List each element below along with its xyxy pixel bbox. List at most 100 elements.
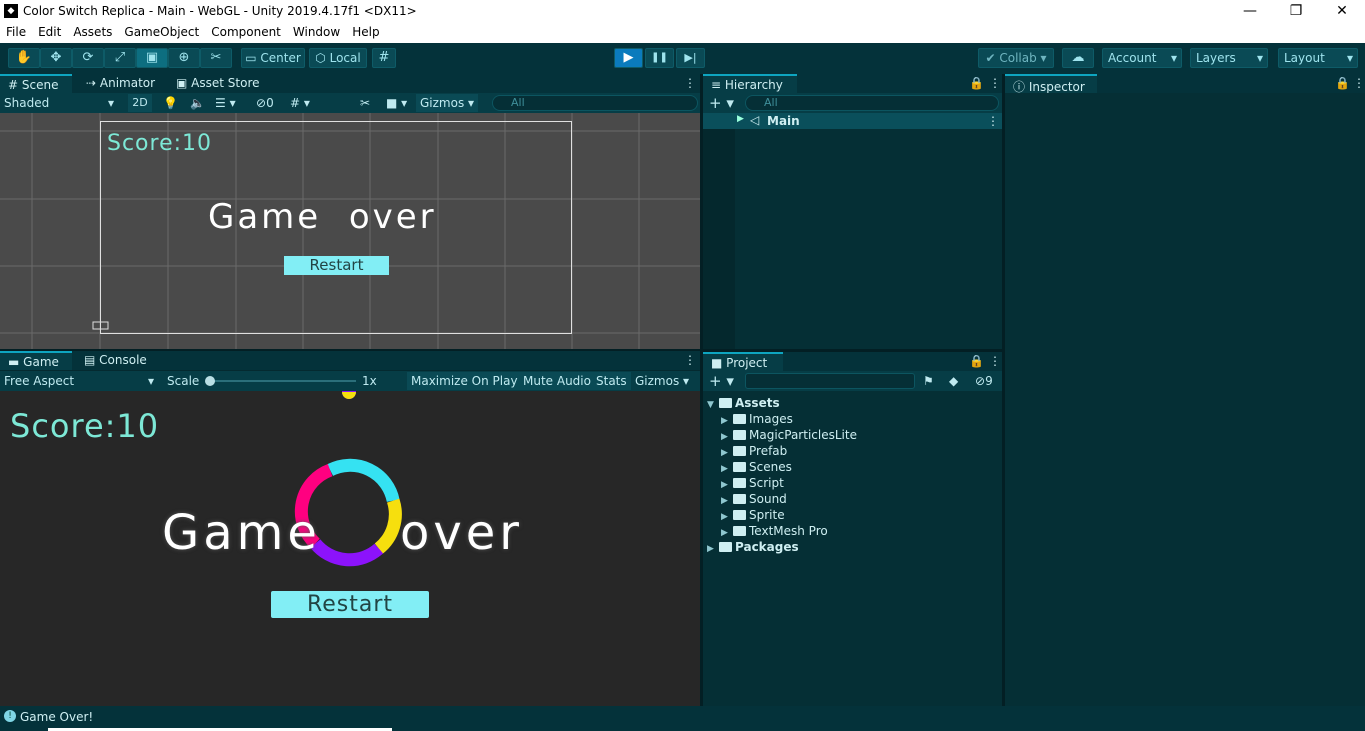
scale-slider-handle[interactable] xyxy=(205,376,215,386)
maximize-button[interactable]: ❐ xyxy=(1273,0,1319,23)
grid-toggle-icon[interactable]: # ▾ xyxy=(290,94,310,112)
step-button[interactable]: ▶| xyxy=(676,48,705,68)
project-tab-bar: ■ Project 🔒 ⋮ xyxy=(703,352,1002,371)
hierarchy-toolbar: + ▾ All xyxy=(703,93,1002,113)
rect-tool-icon[interactable]: ▣ xyxy=(136,48,168,68)
tree-item-folder[interactable]: ▶ Sprite xyxy=(721,508,785,522)
custom-tool-icon[interactable]: ✂ xyxy=(200,48,232,68)
horizontal-divider[interactable] xyxy=(0,349,700,351)
maximize-on-play-toggle[interactable]: Maximize On Play xyxy=(407,372,522,390)
tab-scene[interactable]: # Scene xyxy=(0,74,72,93)
folder-icon xyxy=(733,462,746,472)
tree-item-folder[interactable]: ▶ Images xyxy=(721,412,793,426)
tab-animator[interactable]: ⇢ Animator xyxy=(78,74,163,93)
grid-snap-icon[interactable]: # xyxy=(372,48,396,68)
project-search-input[interactable] xyxy=(745,373,915,389)
close-button[interactable]: ✕ xyxy=(1319,0,1365,23)
audio-icon[interactable]: 🔈 xyxy=(190,94,205,112)
tree-item-folder[interactable]: ▶ MagicParticlesLite xyxy=(721,428,857,442)
gizmos-dropdown[interactable]: Gizmos ▾ xyxy=(416,94,479,112)
lighting-icon[interactable]: 💡 xyxy=(163,94,178,112)
effects-icon[interactable]: ☰ ▾ xyxy=(215,94,236,112)
scene-restart-button[interactable]: Restart xyxy=(284,256,389,275)
stats-toggle[interactable]: Stats xyxy=(592,372,631,390)
rotate-tool-icon[interactable]: ⟳ xyxy=(72,48,104,68)
tab-inspector[interactable]: ⓘ Inspector xyxy=(1005,74,1097,94)
add-icon[interactable]: + ▾ xyxy=(709,94,734,112)
panel-menu-icon[interactable]: ⋮ xyxy=(1345,74,1365,93)
play-button[interactable]: ▶ xyxy=(614,48,643,68)
hierarchy-item-main[interactable]: ▶ ◁ Main ⋮ xyxy=(703,113,1002,129)
hidden-packages-icon[interactable]: ⊘9 xyxy=(975,372,993,390)
move-tool-icon[interactable]: ✥ xyxy=(40,48,72,68)
hand-tool-icon[interactable]: ✋ xyxy=(8,48,40,68)
menu-file[interactable]: File xyxy=(0,23,32,39)
tree-item-folder[interactable]: ▶ Prefab xyxy=(721,444,787,458)
project-toolbar: + ▾ ⚑ ◆ ⊘9 xyxy=(703,371,1002,391)
layout-dropdown[interactable]: Layout ▾ xyxy=(1278,48,1358,68)
animator-icon: ⇢ xyxy=(86,76,97,90)
hierarchy-search-input[interactable]: All xyxy=(745,95,999,111)
tree-item-folder[interactable]: ▶ Script xyxy=(721,476,784,490)
game-score-text: Score:10 xyxy=(10,407,160,445)
collapsed-arrow-icon: ▶ xyxy=(721,432,728,442)
menu-component[interactable]: Component xyxy=(205,23,287,39)
tree-item-folder[interactable]: ▶ Sound xyxy=(721,492,787,506)
menu-gameobject[interactable]: GameObject xyxy=(118,23,205,39)
info-icon: ⓘ xyxy=(1013,80,1026,94)
shading-mode-dropdown[interactable]: Shaded ▾ xyxy=(4,94,120,112)
list-icon: ≡ xyxy=(711,78,722,92)
minimize-button[interactable]: — xyxy=(1227,0,1273,23)
menu-edit[interactable]: Edit xyxy=(32,23,67,39)
pivot-center-button[interactable]: ▭ Center xyxy=(241,48,305,68)
status-message[interactable]: Game Over! xyxy=(20,710,93,724)
menu-assets[interactable]: Assets xyxy=(67,23,118,39)
scale-tool-icon[interactable]: ⤢ xyxy=(104,48,136,68)
tab-console[interactable]: ▤ Console xyxy=(76,351,155,370)
folder-icon xyxy=(733,526,746,536)
inspector-tab-bar: ⓘ Inspector 🔒 ⋮ xyxy=(1005,74,1365,94)
collapsed-arrow-icon: ▶ xyxy=(721,528,728,538)
tree-item-folder[interactable]: ▶ Scenes xyxy=(721,460,792,474)
cloud-icon[interactable]: ☁ xyxy=(1062,48,1094,68)
transform-tool-icon[interactable]: ⊕ xyxy=(168,48,200,68)
tree-item-packages[interactable]: ▶ Packages xyxy=(707,540,799,554)
store-icon: ▣ xyxy=(176,76,188,90)
tab-game[interactable]: ▬ Game xyxy=(0,351,72,370)
menu-window[interactable]: Window xyxy=(287,23,346,39)
account-dropdown[interactable]: Account ▾ xyxy=(1102,48,1182,68)
tools-icon[interactable]: ✂ xyxy=(360,94,370,112)
tree-item-assets[interactable]: ▼ Assets xyxy=(707,396,780,410)
tab-hierarchy[interactable]: ≡ Hierarchy xyxy=(703,74,797,93)
camera-icon[interactable]: ■ ▾ xyxy=(386,94,407,112)
hierarchy-gutter xyxy=(703,129,735,349)
game-view[interactable]: Score:10 Game over Restart xyxy=(0,391,700,706)
game-gizmos-dropdown[interactable]: Gizmos ▾ xyxy=(631,372,693,390)
chevron-down-icon: ▾ xyxy=(108,96,115,110)
create-icon[interactable]: + ▾ xyxy=(709,372,734,390)
aspect-dropdown[interactable]: Free Aspect ▾ xyxy=(4,372,160,390)
layers-dropdown[interactable]: Layers ▾ xyxy=(1190,48,1268,68)
scale-slider-track[interactable] xyxy=(206,380,356,382)
tree-item-folder[interactable]: ▶ TextMesh Pro xyxy=(721,524,828,538)
scene-view[interactable]: Score:10 Game over Restart xyxy=(0,113,700,349)
unity-scene-icon: ◁ xyxy=(750,113,760,127)
visibility-icon[interactable]: ⊘0 xyxy=(256,94,274,112)
title-bar: ◆ Color Switch Replica - Main - WebGL - … xyxy=(0,0,1365,23)
search-by-label-icon[interactable]: ◆ xyxy=(949,372,958,390)
game-restart-button[interactable]: Restart xyxy=(271,591,429,618)
mute-audio-toggle[interactable]: Mute Audio xyxy=(519,372,595,390)
collab-dropdown[interactable]: ✔ Collab ▾ xyxy=(978,48,1054,68)
game-toolbar: Free Aspect ▾ Scale 1x Maximize On Play M… xyxy=(0,371,700,391)
tab-asset-store[interactable]: ▣ Asset Store xyxy=(168,74,268,93)
2d-toggle[interactable]: 2D xyxy=(128,94,152,112)
search-by-type-icon[interactable]: ⚑ xyxy=(923,372,934,390)
player-ball-half xyxy=(342,392,356,399)
pivot-local-button[interactable]: ⬡ Local xyxy=(309,48,367,68)
item-menu-icon[interactable]: ⋮ xyxy=(987,114,999,128)
pause-button[interactable]: ❚❚ xyxy=(645,48,674,68)
tab-project[interactable]: ■ Project xyxy=(703,352,783,371)
scene-search-input[interactable]: All xyxy=(492,95,698,111)
expand-arrow-icon[interactable]: ▶ xyxy=(737,114,744,124)
menu-help[interactable]: Help xyxy=(346,23,385,39)
